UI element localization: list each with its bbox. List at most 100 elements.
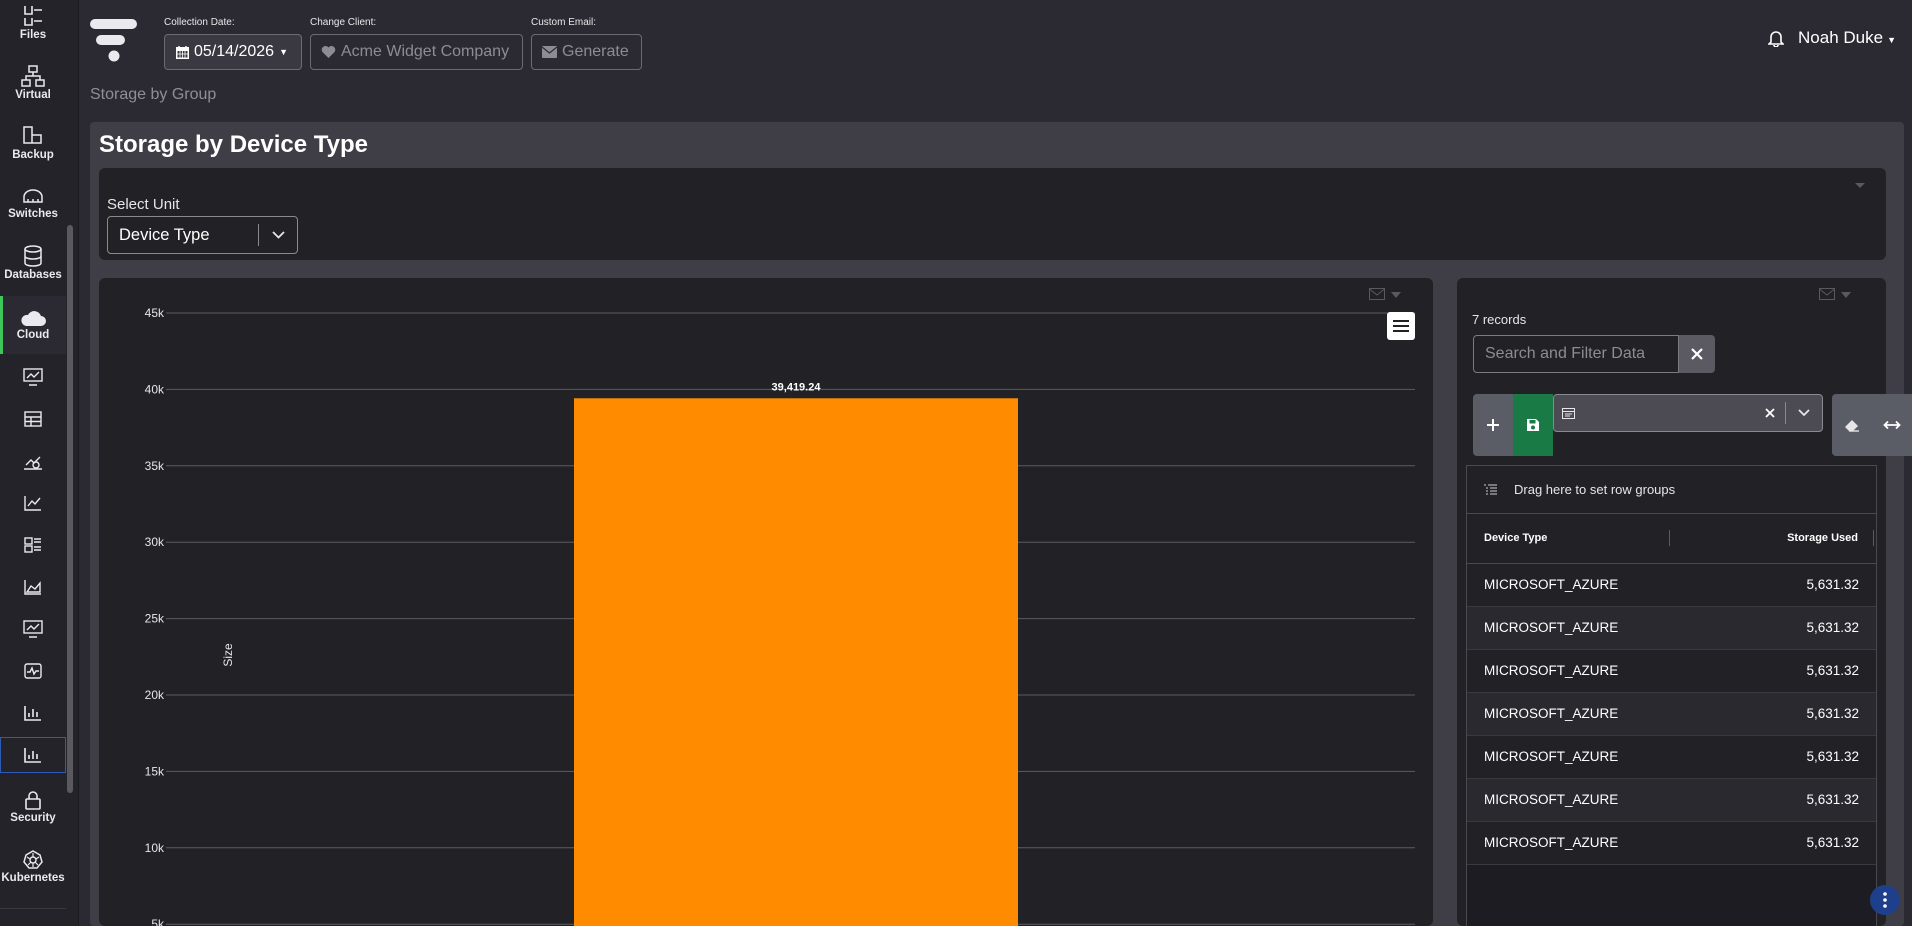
y-tick-label: 45k — [145, 306, 165, 320]
envelope-icon[interactable] — [1819, 288, 1835, 300]
sidebar-item-report-5[interactable] — [0, 530, 66, 560]
unit-select[interactable]: Device Type — [107, 216, 298, 254]
sidebar-item-databases[interactable]: Databases — [0, 240, 66, 286]
device-type-cell: MICROSOFT_AZURE — [1484, 706, 1619, 721]
device-type-cell: MICROSOFT_AZURE — [1484, 663, 1619, 678]
chevron-down-icon — [259, 231, 297, 239]
sidebar-item-report-1[interactable] — [0, 362, 66, 392]
more-options-button[interactable] — [1870, 885, 1900, 915]
generate-email-button[interactable]: Generate — [531, 34, 642, 70]
sidebar-item-virtual[interactable]: Virtual — [0, 60, 66, 106]
storage-used-cell: 5,631.32 — [1806, 792, 1859, 807]
sidebar-item-report-9[interactable] — [0, 698, 66, 728]
table-row[interactable]: MICROSOFT_AZURE 5,631.32 — [1467, 779, 1876, 822]
column-header-device-type[interactable]: Device Type — [1484, 532, 1547, 544]
table-row[interactable]: MICROSOFT_AZURE 5,631.32 — [1467, 564, 1876, 607]
close-icon — [1691, 348, 1703, 360]
sidebar-item-report-2[interactable] — [0, 404, 66, 434]
unit-select-value: Device Type — [119, 225, 210, 244]
column-resize-handle[interactable] — [1873, 530, 1874, 546]
sidebar-item-report-6[interactable] — [0, 572, 66, 602]
sidebar-item-label: Security — [10, 812, 56, 824]
sidebar-item-report-10[interactable] — [0, 737, 66, 773]
column-resize-handle[interactable] — [1669, 530, 1670, 546]
storage-used-cell: 5,631.32 — [1806, 706, 1859, 721]
reset-view-button[interactable] — [1832, 394, 1872, 456]
breadcrumb[interactable]: Storage by Group — [90, 86, 216, 104]
sidebar-item-cloud[interactable]: Cloud — [0, 296, 66, 354]
sidebar-item-switches[interactable]: Switches — [0, 180, 66, 226]
device-type-cell: MICROSOFT_AZURE — [1484, 620, 1619, 635]
autosize-columns-button[interactable] — [1872, 394, 1912, 456]
saved-view-select[interactable] — [1553, 394, 1823, 432]
change-client-label: Change Client: — [310, 17, 377, 28]
envelope-icon[interactable] — [1369, 288, 1385, 300]
user-name: Noah Duke — [1798, 28, 1884, 47]
sidebar-item-label: Virtual — [15, 89, 51, 101]
dashboard-icon — [24, 537, 41, 553]
sidebar-item-backup[interactable]: Backup — [0, 120, 66, 166]
database-icon — [24, 245, 42, 267]
y-tick-label: 25k — [145, 612, 165, 626]
heart-icon — [321, 46, 336, 58]
add-view-button[interactable] — [1473, 394, 1513, 456]
storage-used-cell: 5,631.32 — [1806, 835, 1859, 850]
sidebar-item-files[interactable]: Files — [0, 0, 66, 46]
bar[interactable] — [574, 398, 1018, 926]
y-tick-label: 5k — [151, 917, 165, 926]
sidebar-item-label: Cloud — [16, 329, 50, 341]
row-group-hint: Drag here to set row groups — [1514, 482, 1676, 497]
custom-email-label: Custom Email: — [531, 17, 597, 28]
sidebar-item-report-3[interactable] — [0, 446, 66, 476]
sidebar-scrollbar[interactable] — [67, 225, 73, 793]
collapse-caret-icon[interactable] — [1854, 182, 1866, 190]
vertical-dots-icon — [1883, 892, 1887, 908]
sidebar-item-label: Kubernetes — [1, 872, 65, 884]
table-row[interactable]: MICROSOFT_AZURE 5,631.32 — [1467, 607, 1876, 650]
plus-icon — [1487, 419, 1499, 431]
save-icon — [1527, 419, 1539, 431]
sidebar-item-security[interactable]: Security — [0, 782, 66, 832]
arrows-horizontal-icon — [1883, 420, 1901, 430]
table-row[interactable]: MICROSOFT_AZURE 5,631.32 — [1467, 736, 1876, 779]
caret-down-icon[interactable] — [1841, 292, 1851, 298]
row-group-drop-zone[interactable]: Drag here to set row groups — [1467, 466, 1876, 514]
cloud-icon — [21, 311, 46, 326]
sidebar-item-report-7[interactable] — [0, 614, 66, 644]
sidebar-item-kubernetes[interactable]: Kubernetes — [0, 842, 66, 892]
caret-down-icon[interactable] — [1391, 292, 1401, 298]
table-row[interactable]: MICROSOFT_AZURE 5,631.32 — [1467, 650, 1876, 693]
storage-used-cell: 5,631.32 — [1806, 577, 1859, 592]
search-input[interactable] — [1473, 335, 1679, 373]
pulse-icon — [24, 663, 42, 679]
change-client-value: Acme Widget Company — [341, 43, 510, 60]
router-icon — [23, 189, 43, 203]
monitor-chart-icon — [23, 368, 43, 386]
table-row[interactable]: MICROSOFT_AZURE 5,631.32 — [1467, 822, 1876, 865]
bell-icon[interactable] — [1768, 30, 1785, 47]
bar-chart-icon — [24, 748, 41, 763]
area-chart-icon — [24, 580, 41, 595]
y-tick-label: 30k — [145, 535, 165, 549]
chart-menu-button[interactable] — [1387, 312, 1415, 340]
column-header-storage-used[interactable]: Storage Used — [1787, 532, 1858, 544]
chart-bars — [574, 398, 1018, 926]
hamburger-icon — [1393, 325, 1409, 327]
sidebar-item-report-4[interactable] — [0, 488, 66, 518]
monitor-chart-icon — [23, 620, 43, 638]
save-view-button[interactable] — [1513, 394, 1553, 456]
change-client-button[interactable]: Acme Widget Company — [310, 34, 523, 70]
table-row[interactable]: MICROSOFT_AZURE 5,631.32 — [1467, 693, 1876, 736]
search-clear-button[interactable] — [1679, 335, 1715, 373]
page-title: Storage by Device Type — [99, 131, 368, 158]
y-tick-label: 10k — [145, 841, 165, 855]
sidebar-item-label: Databases — [4, 269, 62, 281]
collection-date-button[interactable]: 05/14/2026 ▼ — [164, 34, 302, 70]
clear-view-icon[interactable] — [1755, 408, 1785, 418]
user-menu[interactable]: Noah Duke ▼ — [1798, 28, 1896, 48]
device-type-cell: MICROSOFT_AZURE — [1484, 577, 1619, 592]
y-tick-label: 40k — [145, 382, 165, 396]
kubernetes-icon — [23, 850, 43, 869]
sidebar-item-label: Backup — [12, 149, 54, 161]
sidebar-item-report-8[interactable] — [0, 656, 66, 686]
